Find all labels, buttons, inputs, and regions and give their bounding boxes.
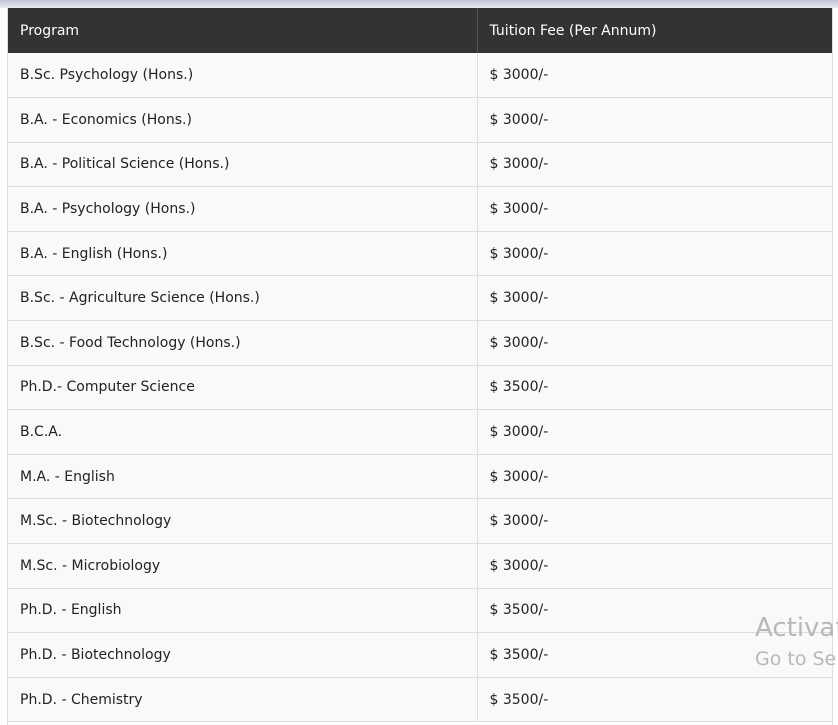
- table-row: Ph.D.- Computer Science $ 3500/-: [8, 365, 832, 411]
- fee-cell: $ 3000/-: [477, 231, 832, 277]
- fee-cell: $ 3000/-: [477, 53, 832, 99]
- fee-cell: $ 3000/-: [477, 97, 832, 143]
- fee-cell: $ 3500/-: [477, 632, 832, 678]
- fee-cell: $ 3000/-: [477, 142, 832, 188]
- program-cell: M.Sc. - Microbiology: [8, 543, 478, 589]
- tuition-fee-table-container: Program Tuition Fee (Per Annum) B.Sc. Ps…: [7, 8, 833, 725]
- column-header-tuition-fee: Tuition Fee (Per Annum): [477, 8, 832, 53]
- top-border-strip: [0, 0, 838, 8]
- program-cell: B.C.A.: [8, 409, 478, 455]
- program-cell: M.A. - English: [8, 454, 478, 500]
- table-row: B.Sc. - Agriculture Science (Hons.) $ 30…: [8, 275, 832, 322]
- program-cell: M.Sc. - Biotechnology: [8, 498, 478, 545]
- table-row: B.A. - Economics (Hons.) $ 3000/-: [8, 97, 832, 143]
- table-row: B.A. - Political Science (Hons.) $ 3000/…: [8, 142, 832, 188]
- fee-cell: $ 3500/-: [477, 588, 832, 634]
- fee-cell: $ 3000/-: [477, 186, 832, 232]
- program-cell: B.Sc. Psychology (Hons.): [8, 53, 478, 99]
- program-cell: B.A. - English (Hons.): [8, 231, 478, 277]
- program-cell: B.A. - Political Science (Hons.): [8, 142, 478, 188]
- table-row: B.Sc. - Food Technology (Hons.) $ 3000/-: [8, 320, 832, 366]
- fee-cell: $ 3000/-: [477, 498, 832, 545]
- program-cell: B.A. - Psychology (Hons.): [8, 186, 478, 232]
- table-row: Ph.D. - Biotechnology $ 3500/-: [8, 632, 832, 678]
- table-row: M.A. - English $ 3000/-: [8, 454, 832, 500]
- fee-cell: $ 3000/-: [477, 275, 832, 322]
- table-row: B.A. - English (Hons.) $ 3000/-: [8, 231, 832, 277]
- program-cell: Ph.D. - Chemistry: [8, 677, 478, 723]
- table-row: Ph.D. - English $ 3500/-: [8, 588, 832, 634]
- table-row: B.A. - Psychology (Hons.) $ 3000/-: [8, 186, 832, 232]
- fee-cell: $ 3000/-: [477, 543, 832, 589]
- fee-cell: $ 3500/-: [477, 677, 832, 723]
- tuition-fee-table: Program Tuition Fee (Per Annum) B.Sc. Ps…: [8, 8, 832, 723]
- table-row: B.C.A. $ 3000/-: [8, 409, 832, 455]
- program-cell: Ph.D.- Computer Science: [8, 365, 478, 411]
- program-cell: B.Sc. - Food Technology (Hons.): [8, 320, 478, 366]
- table-row: M.Sc. - Biotechnology $ 3000/-: [8, 498, 832, 545]
- column-header-program: Program: [8, 8, 478, 53]
- program-cell: Ph.D. - English: [8, 588, 478, 634]
- table-header-row: Program Tuition Fee (Per Annum): [8, 8, 832, 53]
- table-row: Ph.D. - Chemistry $ 3500/-: [8, 677, 832, 723]
- program-cell: Ph.D. - Biotechnology: [8, 632, 478, 678]
- fee-cell: $ 3000/-: [477, 409, 832, 455]
- program-cell: B.A. - Economics (Hons.): [8, 97, 478, 143]
- table-row: M.Sc. - Microbiology $ 3000/-: [8, 543, 832, 589]
- fee-cell: $ 3500/-: [477, 365, 832, 411]
- table-row: B.Sc. Psychology (Hons.) $ 3000/-: [8, 53, 832, 99]
- program-cell: B.Sc. - Agriculture Science (Hons.): [8, 275, 478, 322]
- fee-cell: $ 3000/-: [477, 454, 832, 500]
- fee-cell: $ 3000/-: [477, 320, 832, 366]
